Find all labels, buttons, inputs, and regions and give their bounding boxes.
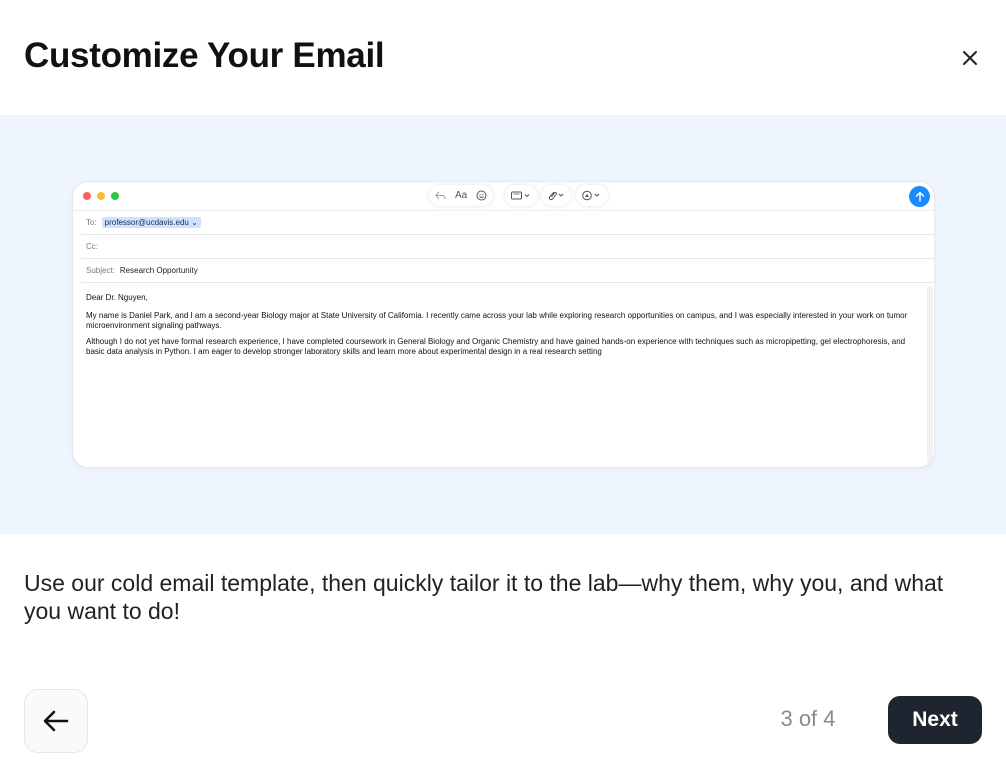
modal-header: Customize Your Email (0, 0, 1006, 115)
subject-value: Research Opportunity (119, 266, 198, 275)
email-body-scrollbar[interactable] (927, 286, 933, 464)
next-button[interactable]: Next (888, 696, 982, 744)
paperclip-icon (547, 190, 565, 201)
modal-title: Customize Your Email (24, 36, 385, 75)
subject-label: Subject: (86, 266, 115, 275)
cc-label: Cc: (86, 242, 98, 251)
page-indicator: 3 of 4 (780, 706, 836, 731)
send-button[interactable] (909, 186, 930, 207)
cc-field[interactable]: Cc: (81, 235, 934, 259)
email-greeting: Dear Dr. Nguyen, (86, 293, 148, 302)
subject-field[interactable]: Subject: Research Opportunity (81, 259, 934, 283)
window-minimize-dot[interactable] (97, 192, 105, 200)
step-description: Use our cold email template, then quickl… (24, 570, 944, 624)
format-tool-group: Aa (429, 185, 494, 206)
emoji-icon[interactable] (476, 190, 487, 201)
back-button[interactable] (24, 689, 88, 753)
attach-tool[interactable] (541, 185, 571, 206)
arrow-left-icon (43, 710, 69, 732)
close-icon (963, 51, 977, 65)
window-zoom-dot[interactable] (111, 192, 119, 200)
reply-icon[interactable] (435, 191, 446, 200)
to-field[interactable]: To: professor@ucdavis.edu ⌄ (81, 211, 934, 235)
window-close-dot[interactable] (83, 192, 91, 200)
to-label: To: (86, 218, 97, 227)
text-box-icon (511, 191, 531, 200)
mail-toolbar: Aa (73, 182, 934, 211)
font-button[interactable]: Aa (455, 190, 467, 201)
email-body[interactable]: Dear Dr. Nguyen, My name is Daniel Park,… (86, 293, 916, 363)
photo-browser-icon (582, 190, 602, 201)
mail-compose-window: Aa To: professor@ucdavis.edu ⌄ Cc: Subje… (72, 181, 935, 468)
photo-tool[interactable] (576, 185, 608, 206)
email-preview-panel: Aa To: professor@ucdavis.edu ⌄ Cc: Subje… (0, 115, 1006, 534)
close-button[interactable] (950, 38, 990, 78)
email-paragraph-2: Although I do not yet have formal resear… (86, 337, 906, 356)
arrow-up-icon (915, 191, 924, 202)
text-box-tool[interactable] (505, 185, 537, 206)
to-recipient-address: professor@ucdavis.edu (104, 218, 189, 227)
customize-email-modal: Customize Your Email Aa To: professor@uc… (0, 0, 1006, 780)
email-paragraph-1: My name is Daniel Park, and I am a secon… (86, 311, 908, 330)
to-recipient-chip[interactable]: professor@ucdavis.edu ⌄ (101, 217, 201, 228)
